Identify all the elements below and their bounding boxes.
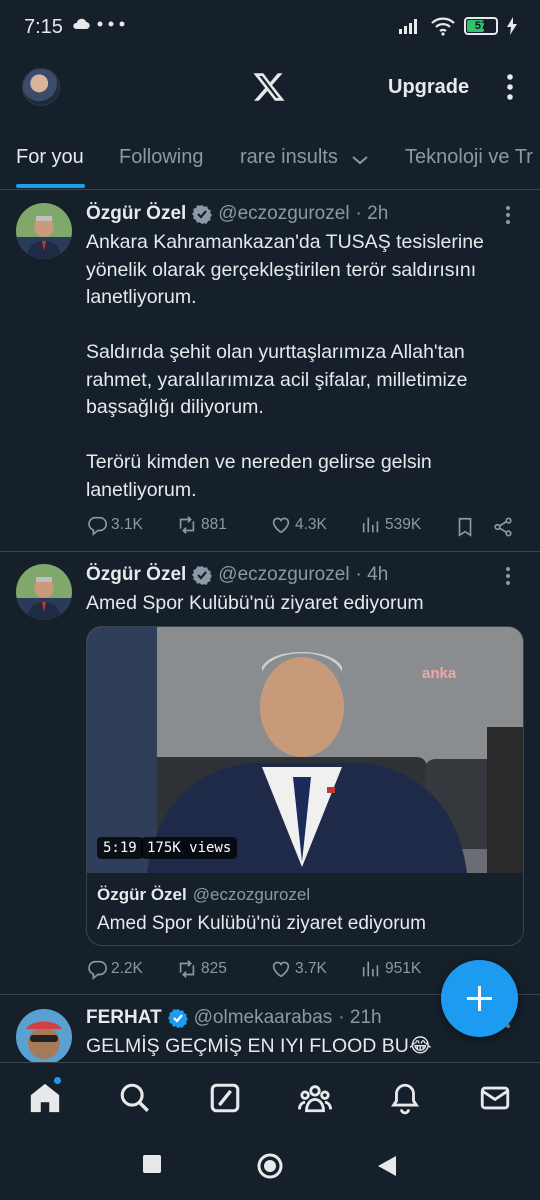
search-icon[interactable] [118, 1081, 152, 1115]
heart-icon [272, 517, 290, 534]
notification-dot [54, 1077, 61, 1084]
cloud-icon [73, 18, 90, 30]
system-navigation-bar [0, 1132, 540, 1200]
repost-button[interactable]: 881 [176, 514, 227, 536]
grok-icon[interactable] [208, 1081, 242, 1115]
verified-badge-icon [167, 1009, 188, 1028]
tweet-more-icon[interactable] [498, 566, 518, 586]
tweet-more-icon[interactable] [498, 205, 518, 225]
bottom-navigation [0, 1062, 540, 1132]
tweet-handle[interactable]: @olmekaarabas [194, 1007, 333, 1029]
more-vertical-icon[interactable] [500, 72, 520, 102]
back-triangle-icon[interactable] [376, 1154, 398, 1178]
chevron-down-icon[interactable] [350, 154, 370, 166]
repost-icon [179, 960, 195, 978]
bookmark-icon[interactable] [454, 516, 476, 538]
repost-button[interactable]: 825 [176, 958, 227, 980]
tweet-text: Ankara Kahramankazan'da TUSAŞ tesislerin… [86, 231, 484, 501]
tweet[interactable]: Özgür Özel @eczozgurozel · 2h Ankara Kah… [0, 191, 540, 552]
video-duration: 5:19 [97, 837, 143, 859]
messages-mail-icon[interactable] [478, 1081, 512, 1115]
upgrade-button[interactable]: Upgrade [388, 76, 469, 99]
recents-icon[interactable] [142, 1154, 162, 1174]
active-tab-indicator [16, 184, 85, 188]
home-circle-icon[interactable] [256, 1152, 284, 1180]
tab-following[interactable]: Following [119, 146, 203, 169]
tweet-text: GELMİŞ GEÇMİŞ EN IYI FLOOD BU😂 [86, 1035, 432, 1057]
video-card[interactable]: anka 5:19 175K views Özgür Özel @eczozgu… [86, 626, 524, 946]
battery-indicator: 57 [464, 17, 498, 35]
watermark: anka [422, 665, 457, 682]
like-button[interactable]: 4.3K [270, 514, 327, 536]
quote-text: Amed Spor Kulübü'nü ziyaret ediyorum [97, 913, 426, 934]
verified-badge-icon [192, 205, 213, 224]
status-time: 7:15 [24, 16, 63, 38]
avatar[interactable] [16, 564, 72, 620]
tweet-text: Amed Spor Kulübü'nü ziyaret ediyorum [86, 592, 424, 614]
reply-icon [88, 960, 107, 980]
notifications-bell-icon[interactable] [388, 1081, 422, 1115]
tweet-actions: 3.1K 881 4.3K 539K [86, 514, 516, 542]
verified-badge-icon [192, 566, 213, 585]
x-logo-icon [253, 73, 285, 101]
repost-icon [179, 516, 195, 534]
video-thumbnail[interactable]: anka 5:19 175K views [87, 627, 523, 873]
reply-button[interactable]: 3.1K [86, 514, 143, 536]
share-icon[interactable] [492, 516, 514, 538]
video-views: 175K views [141, 837, 238, 859]
like-button[interactable]: 3.7K [270, 958, 327, 980]
communities-icon[interactable] [298, 1081, 332, 1115]
tab-for-you[interactable]: For you [16, 146, 84, 169]
reply-button[interactable]: 2.2K [86, 958, 143, 980]
home-icon[interactable] [28, 1081, 62, 1115]
tweet-author-name[interactable]: FERHAT [86, 1007, 162, 1029]
views-button[interactable]: 951K [360, 958, 421, 980]
quote-author-name: Özgür Özel [97, 885, 187, 904]
wifi-icon [431, 17, 455, 36]
quote-handle: @eczozgurozel [192, 885, 311, 904]
tweet-author-name[interactable]: Özgür Özel [86, 564, 186, 586]
views-chart-icon [362, 961, 379, 977]
tweet-time: · 21h [338, 1007, 382, 1028]
tab-teknoloji[interactable]: Teknoloji ve Tr [405, 146, 533, 169]
charging-icon [507, 17, 517, 35]
dots-indicator-icon [97, 21, 125, 27]
profile-avatar[interactable] [22, 68, 60, 106]
tweet-time: · 4h [355, 564, 389, 585]
avatar[interactable] [16, 1009, 72, 1062]
views-chart-icon [362, 517, 379, 533]
quote-tweet[interactable]: Özgür Özel @eczozgurozel Amed Spor Kulüb… [97, 885, 515, 935]
avatar[interactable] [16, 203, 72, 259]
top-bar: Upgrade [0, 56, 540, 118]
timeline-tabs: For you Following rare insults Teknoloji… [0, 130, 540, 190]
tweet-handle[interactable]: @eczozgurozel [218, 564, 349, 586]
heart-icon [272, 961, 290, 978]
compose-button[interactable] [441, 960, 518, 1037]
tweet-author-name[interactable]: Özgür Özel [86, 203, 186, 225]
signal-icon [399, 19, 417, 34]
tweet-handle[interactable]: @eczozgurozel [218, 203, 349, 225]
reply-icon [88, 516, 107, 536]
tab-rare-insults[interactable]: rare insults [240, 146, 338, 169]
tweet-time: · 2h [355, 203, 389, 224]
status-bar: 7:15 57 [0, 0, 540, 56]
views-button[interactable]: 539K [360, 514, 421, 536]
